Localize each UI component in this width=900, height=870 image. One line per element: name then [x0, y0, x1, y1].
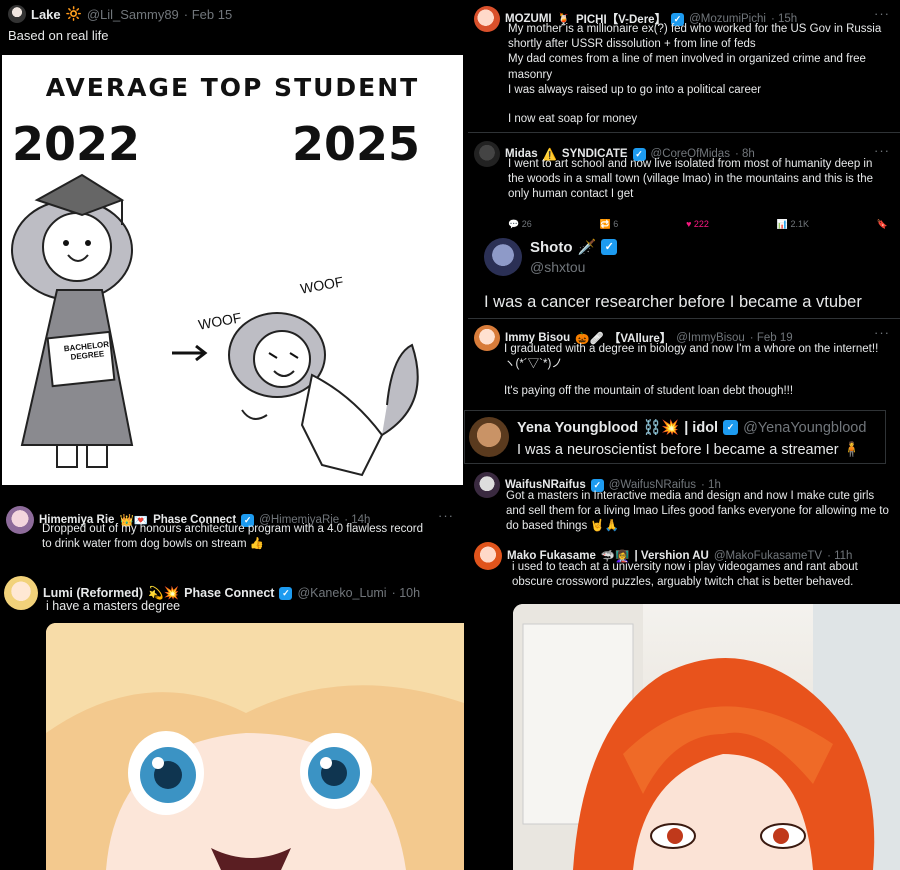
author-name[interactable]: Lake: [31, 7, 61, 22]
text-line: Got a masters in Interactive media and d…: [506, 490, 875, 502]
avatar[interactable]: [474, 141, 500, 167]
tweet-himemiya: Himemiya Rie 👑💌 Phase Connect ✓ @Himemiy…: [0, 500, 464, 564]
avatar[interactable]: [469, 417, 509, 457]
tweet-text: Got a masters in Interactive media and d…: [506, 489, 896, 535]
tweet-yena: Yena Youngblood ⛓️💥 | idol ✓ @YenaYoungb…: [464, 410, 886, 464]
tweet-midas: Midas ⚠️ SYNDICATE ✓ @CoreOfMidas · 8h ·…: [468, 132, 900, 230]
text-line: to drink water from dog bowls on stream …: [42, 538, 265, 551]
avatar[interactable]: [4, 576, 38, 610]
avatar[interactable]: [474, 472, 500, 498]
tweet-lumi: Lumi (Reformed) 💫💥 Phase Connect ✓ @Kane…: [0, 568, 464, 870]
verified-icon: ✓: [279, 586, 293, 600]
mako-media[interactable]: [513, 604, 900, 870]
text-line: the woods in a small town (village lmao)…: [508, 173, 873, 186]
text-line: shortly after USSR dissolution + from li…: [508, 38, 756, 51]
text-line: I was a neuroscientist before I became a…: [517, 442, 839, 458]
text-emoji: 🧍: [842, 442, 861, 458]
text-line: masonry: [508, 68, 553, 81]
text-line: I now eat soap for money: [508, 112, 638, 125]
author-handle[interactable]: @Kaneko_Lumi: [297, 586, 386, 600]
tweet-text: I graduated with a degree in biology and…: [504, 342, 894, 400]
author-handle[interactable]: @shxtou: [530, 259, 617, 275]
text-line: I was always raised up to go into a poli…: [508, 83, 762, 96]
author-emoji: ⛓️💥: [643, 420, 680, 436]
text-line: obscure crossword puzzles, arguably twit…: [512, 576, 854, 589]
dog-girl-figure: [228, 312, 419, 477]
tweet-date[interactable]: · Feb 15: [184, 7, 232, 22]
comic-title: AVERAGE TOP STUDENT: [45, 73, 420, 102]
tweet-date[interactable]: · 10h: [392, 586, 421, 600]
action-bar: 💬 26 🔁 6 ♥ 222 📊 2.1K 🔖: [508, 219, 888, 230]
text-line: do based things 🤘🙏: [506, 520, 620, 533]
more-options-icon[interactable]: ···: [874, 325, 890, 340]
verified-icon: ✓: [601, 239, 618, 255]
tweet-text: Based on real life: [8, 28, 109, 43]
graduate-figure: [11, 173, 134, 468]
arrow-icon: [172, 344, 208, 362]
views-count: 2.1K: [790, 219, 809, 229]
repost-count: 6: [613, 219, 619, 229]
verified-icon: ✓: [723, 420, 739, 435]
tweet-text: I went to art school and now live isolat…: [508, 157, 893, 203]
avatar[interactable]: [474, 6, 500, 32]
text-line: My mother is a millionaire ex(?) fed who…: [508, 23, 882, 35]
text-line: It's paying off the mountain of student …: [504, 385, 794, 398]
text-line: Dropped out of my honours architecture p…: [42, 523, 423, 535]
text-line: My dad comes from a line of men involved…: [508, 53, 866, 66]
text-line: I graduated with a degree in biology and…: [504, 343, 879, 355]
tweet-mozumi: MOZUMI 🍹 PICHI【V-Dere】 ✓ @MozumiPichi · …: [468, 0, 900, 130]
lumi-media[interactable]: [46, 623, 464, 870]
reply-count: 26: [521, 219, 532, 229]
avatar[interactable]: [484, 238, 522, 276]
more-options-icon[interactable]: ···: [874, 6, 890, 21]
tweet-text: My mother is a millionaire ex(?) fed who…: [508, 22, 893, 127]
repost-button[interactable]: 🔁 6: [600, 219, 619, 230]
text-line: I went to art school and now live isolat…: [508, 158, 873, 170]
author-name[interactable]: Yena Youngblood: [517, 420, 638, 436]
tweet-shoto: Shoto 🗡️ ✓ @shxtou I was a cancer resear…: [470, 230, 890, 318]
more-options-icon[interactable]: ···: [438, 508, 454, 523]
tweet-text: i have a masters degree: [46, 599, 181, 613]
tweet-text: I was a neuroscientist before I became a…: [517, 441, 861, 460]
author-name-suffix[interactable]: Phase Connect: [184, 586, 274, 600]
text-line: ヽ(*´▽`*)ノ: [504, 358, 563, 371]
author-handle[interactable]: @Lil_Sammy89: [87, 7, 179, 22]
tweet-waifus: WaifusNRaifus ✓ @WaifusNRaifus · 1h Got …: [468, 468, 900, 536]
year-right: 2025: [292, 117, 421, 171]
tweet-text: Dropped out of my honours architecture p…: [42, 522, 457, 552]
author-emoji: 🔆: [65, 6, 82, 21]
reply-button[interactable]: 💬 26: [508, 219, 532, 230]
author-emoji: 🗡️: [577, 239, 597, 256]
avatar[interactable]: [8, 5, 26, 23]
text-line: only human contact I get: [508, 188, 634, 201]
text-line: and sell them for a living lmao Lifes go…: [506, 505, 889, 518]
tweet-lake: Lake 🔆 @Lil_Sammy89 · Feb 15 Based on re…: [0, 0, 464, 490]
character-illustration: [513, 604, 900, 870]
avatar[interactable]: [474, 325, 500, 351]
avatar[interactable]: [6, 506, 34, 534]
text-line: i used to teach at a university now i pl…: [512, 561, 858, 573]
like-button[interactable]: ♥ 222: [686, 219, 709, 230]
author-name[interactable]: Shoto: [530, 239, 573, 256]
author-handle[interactable]: @YenaYoungblood: [743, 420, 866, 436]
character-illustration: [46, 623, 464, 870]
more-options-icon[interactable]: ···: [874, 143, 890, 158]
comic-image[interactable]: AVERAGE TOP STUDENT 2022 2025 BACHELOR D…: [2, 55, 463, 485]
bookmark-icon[interactable]: 🔖: [877, 219, 888, 230]
tweet-text: i used to teach at a university now i pl…: [512, 560, 897, 590]
views-button[interactable]: 📊 2.1K: [777, 219, 809, 230]
tweet-mako: Mako Fukasame 🦈👩‍🏫 | Vershion AU @MakoFu…: [468, 538, 900, 870]
author-name-suffix[interactable]: | idol: [684, 420, 718, 436]
avatar[interactable]: [474, 542, 502, 570]
tweet-text: I was a cancer researcher before I becam…: [484, 293, 862, 311]
like-count: 222: [693, 219, 709, 229]
tweet-immy: Immy Bisou 🎃🩹 【VAllure】 @ImmyBisou · Feb…: [468, 318, 900, 408]
